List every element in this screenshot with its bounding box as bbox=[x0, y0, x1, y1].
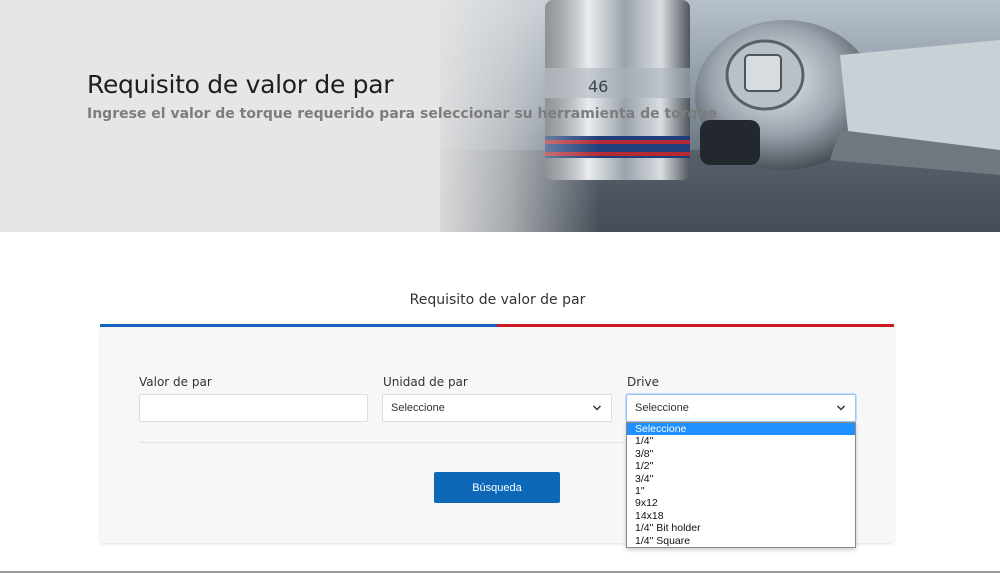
hero-banner: 46 Requisito de valor de par Ingrese el … bbox=[0, 0, 1000, 232]
search-button[interactable]: Búsqueda bbox=[434, 472, 560, 503]
drive-select[interactable]: Seleccione bbox=[626, 394, 856, 422]
drive-option[interactable]: 3/4" bbox=[627, 473, 855, 485]
drive-option[interactable]: 9x12 bbox=[627, 497, 855, 509]
torque-unit-select[interactable]: Seleccione bbox=[382, 394, 612, 422]
torque-unit-selected: Seleccione bbox=[391, 402, 445, 414]
drive-option[interactable]: 1/4" Square bbox=[627, 535, 855, 547]
torque-unit-label: Unidad de par bbox=[383, 375, 468, 389]
drive-selected: Seleccione bbox=[635, 402, 689, 414]
page-subtitle: Ingrese el valor de torque requerido par… bbox=[87, 106, 718, 122]
torque-value-input[interactable] bbox=[139, 394, 368, 422]
drive-option[interactable]: Seleccione bbox=[627, 423, 855, 436]
drive-option[interactable]: 1/2" bbox=[627, 460, 855, 472]
drive-options-list: Seleccione 1/4" 3/8" 1/2" 3/4" 1" 9x12 1… bbox=[626, 422, 856, 548]
torque-value-label: Valor de par bbox=[139, 375, 212, 389]
chevron-down-icon bbox=[592, 405, 602, 411]
drive-label: Drive bbox=[627, 375, 659, 389]
drive-option[interactable]: 14x18 bbox=[627, 510, 855, 522]
chevron-down-icon bbox=[836, 405, 846, 411]
section-title: Requisito de valor de par bbox=[409, 292, 586, 308]
page-title: Requisito de valor de par bbox=[87, 70, 394, 99]
drive-option[interactable]: 3/8" bbox=[627, 448, 855, 460]
drive-option[interactable]: 1/4" Bit holder bbox=[627, 522, 855, 534]
drive-option[interactable]: 1/4" bbox=[627, 435, 855, 447]
drive-option[interactable]: 1" bbox=[627, 485, 855, 497]
